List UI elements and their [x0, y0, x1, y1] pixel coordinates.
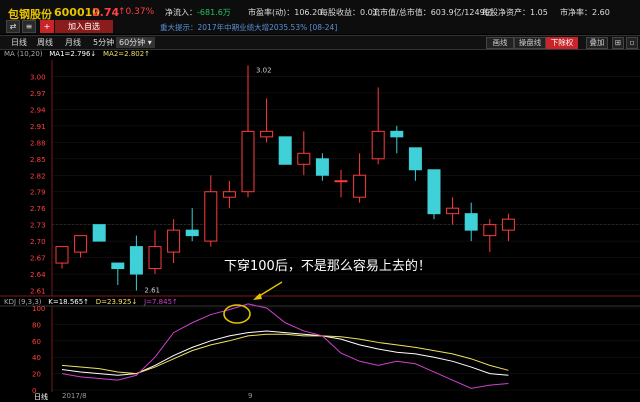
- candle-body: [408, 147, 422, 171]
- candle-body: [111, 262, 125, 270]
- candle: [129, 235, 143, 291]
- candle: [92, 224, 106, 242]
- kdj-tick-label: 100: [32, 305, 45, 313]
- candle: [390, 125, 404, 154]
- price-tick-label: 2.64: [30, 271, 46, 279]
- candle: [148, 230, 162, 275]
- price-tick-label: 2.70: [30, 238, 46, 246]
- candle: [260, 98, 274, 143]
- kdj-legend: KDJ (9,3,3) K=18.565↑ D=23.925↓ J=7.845↑: [4, 298, 178, 306]
- candle: [464, 202, 478, 242]
- candle: [315, 153, 329, 181]
- candle-body: [204, 191, 218, 242]
- candle: [74, 235, 88, 258]
- candle-body: [222, 191, 236, 198]
- x-label-month-8: 2017/8: [62, 392, 87, 400]
- price-tick-label: 3.00: [30, 73, 46, 81]
- candle-body: [371, 130, 385, 160]
- candle: [278, 136, 292, 165]
- candle: [408, 147, 422, 181]
- candle-body: [260, 130, 274, 138]
- price-tick-label: 2.76: [30, 205, 46, 213]
- candle: [501, 213, 515, 242]
- candle: [222, 180, 236, 209]
- chart-annotation: 下穿100后，不是那么容易上去的！: [224, 259, 431, 274]
- candle-body: [315, 158, 329, 176]
- kdj-tick-label: 60: [32, 338, 41, 346]
- x-label-period: 日线: [34, 393, 48, 401]
- price-tick-label: 2.61: [30, 288, 46, 296]
- candle: [334, 169, 348, 198]
- candle: [167, 219, 181, 264]
- price-tick-label: 2.94: [30, 106, 46, 114]
- candle-body: [185, 229, 199, 237]
- candle-body: [74, 235, 88, 253]
- kdj-k-line: [61, 330, 509, 376]
- price-tick-label: 2.91: [30, 123, 46, 131]
- candle: [204, 175, 218, 247]
- price-tick-label: 2.88: [30, 139, 46, 147]
- candle-body: [167, 229, 181, 253]
- candle-body: [297, 152, 311, 165]
- candle: [427, 169, 441, 220]
- candle-body: [241, 130, 255, 193]
- kdj-tick-label: 20: [32, 371, 41, 379]
- kdj-tick-label: 80: [32, 321, 41, 329]
- candle: [55, 246, 69, 269]
- kdj-tick-label: 40: [32, 354, 41, 362]
- candle-body: [129, 246, 143, 275]
- x-label-month-9: 9: [248, 392, 253, 400]
- candle-body: [446, 207, 460, 215]
- high-price-label: 3.02: [256, 66, 272, 74]
- kdj-d-line: [61, 333, 509, 375]
- candle: [241, 65, 255, 198]
- candle-body: [427, 169, 441, 215]
- price-tick-label: 2.82: [30, 172, 46, 180]
- price-tick-label: 2.97: [30, 90, 46, 98]
- kdj-j-line: [61, 303, 509, 389]
- price-tick-label: 2.79: [30, 189, 46, 197]
- price-tick-label: 2.67: [30, 255, 46, 263]
- candle: [353, 153, 367, 203]
- candle-body: [483, 224, 497, 237]
- candle-body: [55, 246, 69, 264]
- candle-body: [501, 218, 515, 231]
- low-price-label: 2.61: [144, 287, 160, 295]
- candle: [483, 219, 497, 253]
- candle-body: [390, 130, 404, 138]
- candlestick-chart: 3.00 2.97 2.94 2.91 2.88 2.85 2.82 2.79 2.76 2.73…: [0, 60, 640, 395]
- candle-body: [278, 136, 292, 165]
- candle: [446, 197, 460, 225]
- candle-body: [353, 174, 367, 198]
- price-tick-label: 2.85: [30, 156, 46, 164]
- candle: [297, 131, 311, 176]
- candle-body: [92, 224, 106, 242]
- candle-body: [334, 180, 348, 183]
- candle-body: [148, 246, 162, 270]
- price-tick-label: 2.73: [30, 222, 46, 230]
- candle-body: [464, 213, 478, 231]
